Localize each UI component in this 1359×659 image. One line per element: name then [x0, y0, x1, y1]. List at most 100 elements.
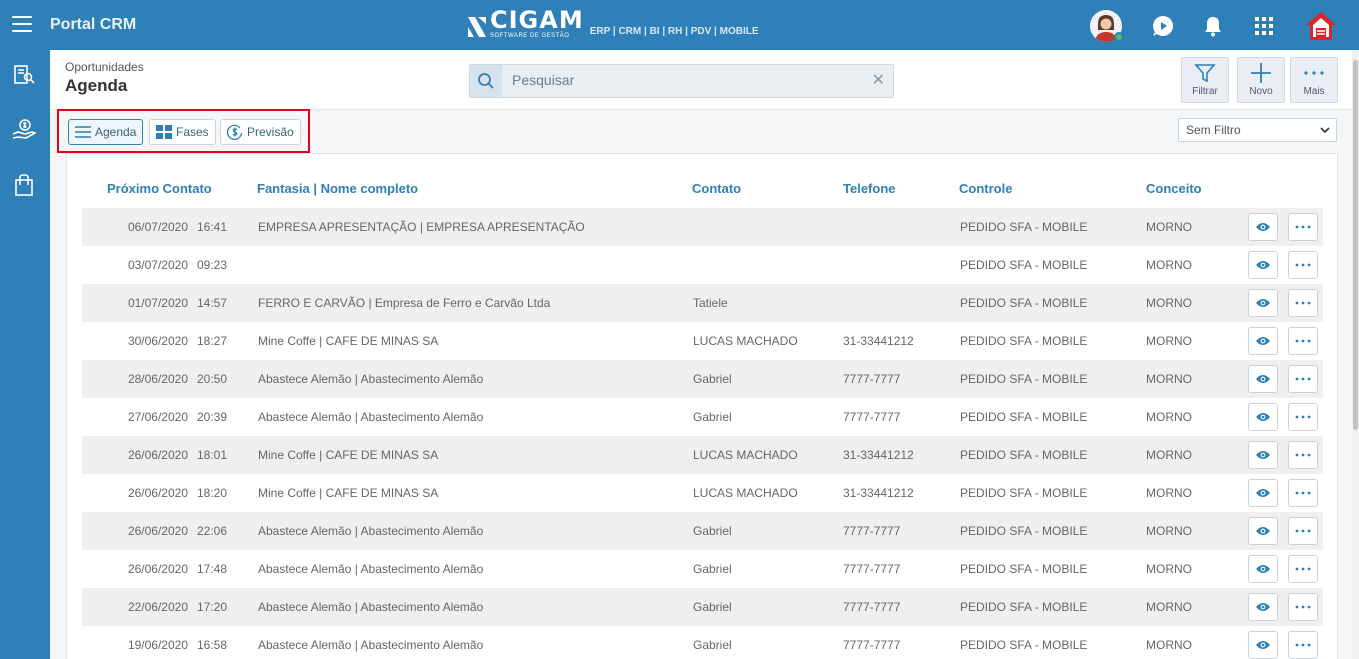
row-more-button[interactable] [1288, 441, 1318, 469]
table-row[interactable]: 28/06/2020 20:50 Abastece Alemão | Abastec… [82, 360, 1323, 398]
more-dots-icon [1295, 263, 1311, 267]
view-row-button[interactable] [1248, 327, 1278, 355]
row-control: PEDIDO SFA - MOBILE [960, 562, 1088, 576]
table-row[interactable]: 26/06/2020 22:06 Abastece Alemão | Abastec… [82, 512, 1323, 550]
row-concept: MORNO [1146, 372, 1192, 386]
eye-icon [1256, 565, 1270, 573]
row-more-button[interactable] [1288, 517, 1318, 545]
view-previsao-button[interactable]: Previsão [220, 119, 301, 145]
plus-icon [1251, 63, 1271, 83]
table-row[interactable]: 26/06/2020 18:01 Mine Coffe | CAFE DE MINA… [82, 436, 1323, 474]
table-row[interactable]: 26/06/2020 17:48 Abastece Alemão | Abastec… [82, 550, 1323, 588]
row-contact: Gabriel [693, 410, 732, 424]
more-button-label: Mais [1303, 86, 1325, 97]
row-time: 16:41 [197, 220, 228, 234]
row-time: 17:20 [197, 600, 228, 614]
scrollbar-thumb[interactable] [1353, 60, 1358, 430]
view-fases-button[interactable]: Fases [149, 119, 216, 145]
view-row-button[interactable] [1248, 403, 1278, 431]
column-header[interactable]: Contato [692, 181, 741, 196]
page-title: Agenda [65, 76, 128, 95]
row-more-button[interactable] [1288, 631, 1318, 659]
row-phone: 31-33441212 [843, 334, 914, 348]
column-header[interactable]: Controle [959, 181, 1012, 196]
more-dots-icon [1295, 225, 1311, 229]
row-more-button[interactable] [1288, 593, 1318, 621]
row-more-button[interactable] [1288, 365, 1318, 393]
view-row-button[interactable] [1248, 593, 1278, 621]
view-row-button[interactable] [1248, 517, 1278, 545]
row-control: PEDIDO SFA - MOBILE [960, 334, 1088, 348]
view-row-button[interactable] [1248, 251, 1278, 279]
table-row[interactable]: 22/06/2020 17:20 Abastece Alemão | Abastec… [82, 588, 1323, 626]
row-more-button[interactable] [1288, 213, 1318, 241]
contacts-icon[interactable] [11, 62, 37, 88]
table-row[interactable]: 19/06/2020 16:58 Abastece Alemão | Abastec… [82, 626, 1323, 659]
row-concept: MORNO [1146, 220, 1192, 234]
table-row[interactable]: 26/06/2020 18:20 Mine Coffe | CAFE DE MINA… [82, 474, 1323, 512]
view-row-button[interactable] [1248, 365, 1278, 393]
column-header[interactable]: Fantasia | Nome completo [257, 181, 418, 196]
search-bar: ✕ [469, 64, 894, 98]
new-button[interactable]: Novo [1237, 57, 1285, 103]
row-date: 26/06/2020 [127, 524, 188, 538]
column-header[interactable]: Telefone [843, 181, 896, 196]
view-row-button[interactable] [1248, 631, 1278, 659]
filter-button[interactable]: Filtrar [1181, 57, 1229, 103]
row-name: Abastece Alemão | Abastecimento Alemão [258, 600, 484, 614]
home-icon[interactable] [1304, 10, 1338, 42]
filter-select[interactable]: Sem Filtro [1178, 118, 1337, 142]
table-row[interactable]: 27/06/2020 20:39 Abastece Alemão | Abastec… [82, 398, 1323, 436]
table-row[interactable]: 01/07/2020 14:57 FERRO E CARVÃO | Empresa … [82, 284, 1323, 322]
play-icon[interactable] [1147, 10, 1179, 42]
row-more-button[interactable] [1288, 289, 1318, 317]
search-icon[interactable] [470, 65, 502, 97]
view-agenda-button[interactable]: Agenda [68, 119, 144, 145]
row-control: PEDIDO SFA - MOBILE [960, 486, 1088, 500]
breadcrumb[interactable]: Oportunidades [65, 60, 144, 74]
row-control: PEDIDO SFA - MOBILE [960, 638, 1088, 652]
row-control: PEDIDO SFA - MOBILE [960, 372, 1088, 386]
search-input[interactable] [512, 72, 862, 88]
eye-icon [1256, 261, 1270, 269]
row-more-button[interactable] [1288, 251, 1318, 279]
clear-search-icon[interactable]: ✕ [872, 73, 885, 89]
eye-icon [1256, 603, 1270, 611]
column-header[interactable]: Conceito [1146, 181, 1202, 196]
table-row[interactable]: 06/07/2020 16:41 EMPRESA APRESENTAÇÃO | EM… [82, 208, 1323, 246]
menu-icon[interactable] [12, 16, 32, 34]
row-more-button[interactable] [1288, 555, 1318, 583]
row-more-button[interactable] [1288, 479, 1318, 507]
top-bar: Portal CRM CIGAM SOFTWARE DE GESTÃO ERP … [0, 0, 1359, 50]
view-row-button[interactable] [1248, 289, 1278, 317]
row-contact: Gabriel [693, 638, 732, 652]
row-control: PEDIDO SFA - MOBILE [960, 296, 1088, 310]
row-more-button[interactable] [1288, 327, 1318, 355]
row-more-button[interactable] [1288, 403, 1318, 431]
eye-icon [1256, 337, 1270, 345]
shopping-bag-icon[interactable] [11, 172, 37, 198]
row-name: Abastece Alemão | Abastecimento Alemão [258, 562, 484, 576]
table-row[interactable]: 03/07/2020 09:23 PEDIDO SFA - MOBILE MORNO [82, 246, 1323, 284]
money-hand-icon[interactable] [11, 117, 37, 143]
column-header[interactable]: Próximo Contato [107, 181, 212, 196]
row-concept: MORNO [1146, 524, 1192, 538]
row-concept: MORNO [1146, 410, 1192, 424]
row-control: PEDIDO SFA - MOBILE [960, 410, 1088, 424]
apps-grid-icon[interactable] [1248, 10, 1280, 42]
view-row-button[interactable] [1248, 213, 1278, 241]
row-name: Mine Coffe | CAFE DE MINAS SA [258, 448, 439, 462]
view-row-button[interactable] [1248, 555, 1278, 583]
more-button[interactable]: Mais [1290, 57, 1338, 103]
cigam-logo: CIGAM SOFTWARE DE GESTÃO ERP | CRM | BI … [466, 8, 759, 39]
view-row-button[interactable] [1248, 479, 1278, 507]
bell-icon[interactable] [1197, 10, 1229, 42]
eye-icon [1256, 375, 1270, 383]
view-row-button[interactable] [1248, 441, 1278, 469]
row-date: 01/07/2020 [127, 296, 188, 310]
row-date: 06/07/2020 [127, 220, 188, 234]
row-contact: Tatiele [693, 296, 728, 310]
row-date: 22/06/2020 [127, 600, 188, 614]
table-row[interactable]: 30/06/2020 18:27 Mine Coffe | CAFE DE MINA… [82, 322, 1323, 360]
more-dots-icon [1295, 377, 1311, 381]
